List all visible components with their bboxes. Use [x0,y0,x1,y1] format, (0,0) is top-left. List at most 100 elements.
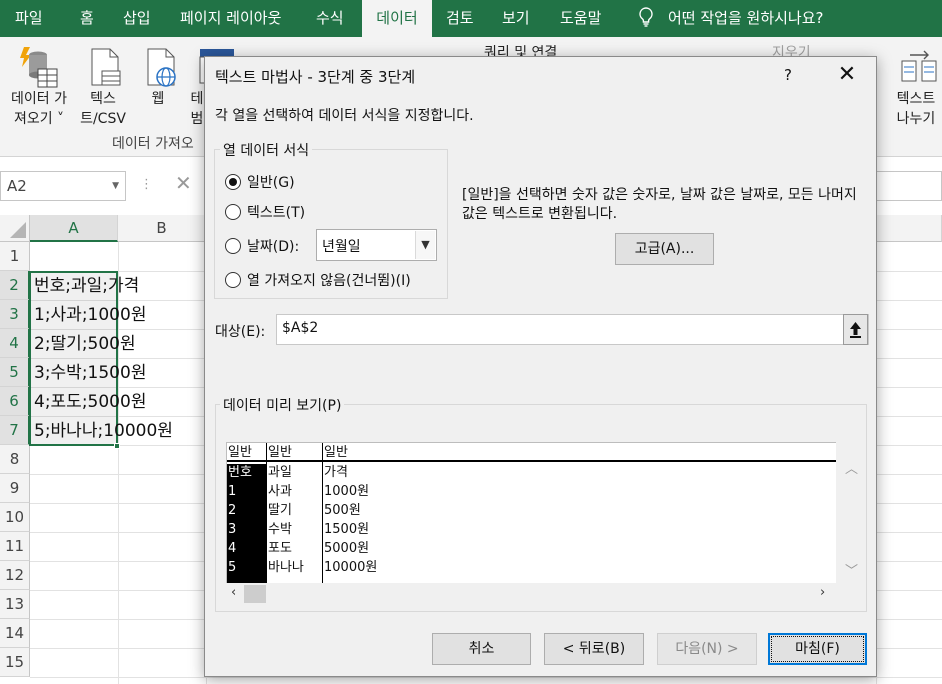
text-to-columns-button[interactable]: 텍스트 나누기 [890,89,942,129]
date-format-select[interactable]: 년월일 ▼ [316,229,437,261]
radio-skip-label: 열 가져오지 않음(건너뜀)(I) [247,273,411,289]
row-header-10[interactable]: 10 [0,503,30,532]
chevron-down-icon: ▼ [112,181,119,191]
horizontal-scroll-thumb[interactable] [244,585,266,603]
row-header-4[interactable]: 4 [0,329,30,358]
text-to-columns-label-2: 나누기 [896,111,936,127]
preview-header-col3[interactable]: 일반 [324,443,348,462]
column-format-label: 열 데이터 서식 [220,140,313,160]
preview-cell: 과일 [268,465,292,480]
cell-a4[interactable]: 2;딸기;500원 [34,330,136,359]
preview-cell: 번호 [228,465,252,480]
collapse-dialog-button[interactable] [843,314,868,345]
database-table-icon [20,47,58,88]
date-format-value: 년월일 [322,239,361,255]
row-header-5[interactable]: 5 [0,358,30,387]
cancel-button[interactable]: 취소 [432,633,531,665]
tab-formulas[interactable]: 수식 [316,0,344,37]
preview-cell: 5 [228,560,237,575]
row-header-6[interactable]: 6 [0,387,30,416]
row-header-9[interactable]: 9 [0,474,30,503]
tab-home[interactable]: 홈 [80,0,94,37]
tab-data[interactable]: 데이터 [362,0,432,37]
radio-skip-column[interactable]: 열 가져오지 않음(건너뜀)(I) [225,270,411,290]
get-data-button[interactable]: 데이터 가 져오기 ˅ [6,89,72,129]
preview-cell: 4 [228,541,237,556]
preview-cell: 1 [228,484,237,499]
from-table-button[interactable]: 테 범 [190,89,204,129]
grid-line [30,677,942,678]
row-header-13[interactable]: 13 [0,590,30,619]
column-header-partial[interactable] [876,215,942,242]
radio-date[interactable]: 날짜(D): [225,236,299,256]
destination-input[interactable]: $A$2 [276,314,869,345]
row-header-15[interactable]: 15 [0,648,30,677]
radio-date-label: 날짜(D): [247,239,300,255]
preview-cell: 사과 [268,484,292,499]
chevron-left-icon[interactable]: ‹ [231,585,236,600]
name-box[interactable]: A2 ▼ [0,171,126,201]
tab-view[interactable]: 보기 [502,0,530,37]
radio-text-label: 텍스트(T) [247,205,306,221]
from-web-button[interactable]: 웹 [144,89,172,109]
format-description: [일반]을 선택하면 숫자 값은 숫자로, 날짜 값은 날짜로, 모든 나머지 … [462,187,857,222]
table-label-1: 테 [190,91,204,107]
radio-text[interactable]: 텍스트(T) [225,202,305,222]
tell-me-search[interactable]: 어떤 작업을 원하시나요? [638,0,824,37]
destination-label: 대상(E): [215,324,266,340]
row-header-3[interactable]: 3 [0,300,30,329]
radio-general-indicator [225,174,241,190]
cell-a5[interactable]: 3;수박;1500원 [34,359,146,388]
finish-button[interactable]: 마침(F) [768,633,867,665]
cancel-entry-icon[interactable]: ✕ [175,171,192,195]
preview-header-col1[interactable]: 일반 [228,443,252,462]
radio-skip-indicator [225,272,241,288]
tab-insert[interactable]: 삽입 [123,0,151,37]
column-header-b[interactable]: B [118,215,206,242]
from-text-csv-button[interactable]: 텍스 트/CSV [76,89,130,129]
radio-date-indicator [225,238,241,254]
next-button[interactable]: 다음(N) > [657,633,757,665]
preview-cell: 1500원 [324,522,370,537]
chevron-right-icon[interactable]: › [820,585,825,600]
chevron-down-icon[interactable]: ﹀ [845,560,858,579]
cell-a6[interactable]: 4;포도;5000원 [34,388,146,417]
row-header-7[interactable]: 7 [0,416,30,445]
get-data-label-2: 져오기 ˅ [13,111,65,127]
row-header-14[interactable]: 14 [0,619,30,648]
preview-cell: 2 [228,503,237,518]
preview-vertical-scrollbar[interactable]: ︿ ﹀ [836,442,865,584]
close-icon: ✕ [837,62,857,87]
preview-header-row [227,443,836,462]
data-preview-label: 데이터 미리 보기(P) [220,395,345,415]
row-header-2[interactable]: 2 [0,271,30,300]
close-button[interactable]: ✕ [832,60,862,92]
column-header-a[interactable]: A [30,215,118,242]
cell-a3[interactable]: 1;사과;1000원 [34,301,146,330]
web-globe-icon [147,48,176,87]
tab-file[interactable]: 파일 [15,0,43,37]
help-button[interactable]: ? [784,66,792,84]
preview-header-col2[interactable]: 일반 [268,443,292,462]
advanced-button[interactable]: 고급(A)... [615,233,714,265]
cell-a2[interactable]: 번호;과일;가격 [34,272,139,301]
preview-horizontal-scrollbar[interactable]: ‹ › [226,583,837,605]
row-header-12[interactable]: 12 [0,561,30,590]
back-button[interactable]: < 뒤로(B) [544,633,644,665]
radio-general[interactable]: 일반(G) [225,172,295,192]
select-all-corner[interactable] [0,215,30,242]
ribbon-group-get-data-label: 데이터 가져오 [112,136,194,152]
preview-cell: 딸기 [268,503,292,518]
tab-review[interactable]: 검토 [446,0,474,37]
text-import-wizard-dialog: 텍스트 마법사 - 3단계 중 3단계 ? ✕ 각 열을 선택하여 데이터 서식… [204,56,877,677]
row-header-1[interactable]: 1 [0,242,30,271]
chevron-up-icon[interactable]: ︿ [845,458,858,477]
instruction-text: 각 열을 선택하여 데이터 서식을 지정합니다. [215,108,474,124]
cell-a7[interactable]: 5;바나나;10000원 [34,417,173,446]
radio-general-label: 일반(G) [247,175,295,191]
data-preview-grid[interactable]: 일반 일반 일반 번호 과일 가격 1 사과 1000원 2 딸기 500원 3… [226,442,837,584]
tab-help[interactable]: 도움말 [560,0,601,37]
tab-page-layout[interactable]: 페이지 레이아웃 [180,0,281,37]
row-header-8[interactable]: 8 [0,445,30,474]
row-header-11[interactable]: 11 [0,532,30,561]
